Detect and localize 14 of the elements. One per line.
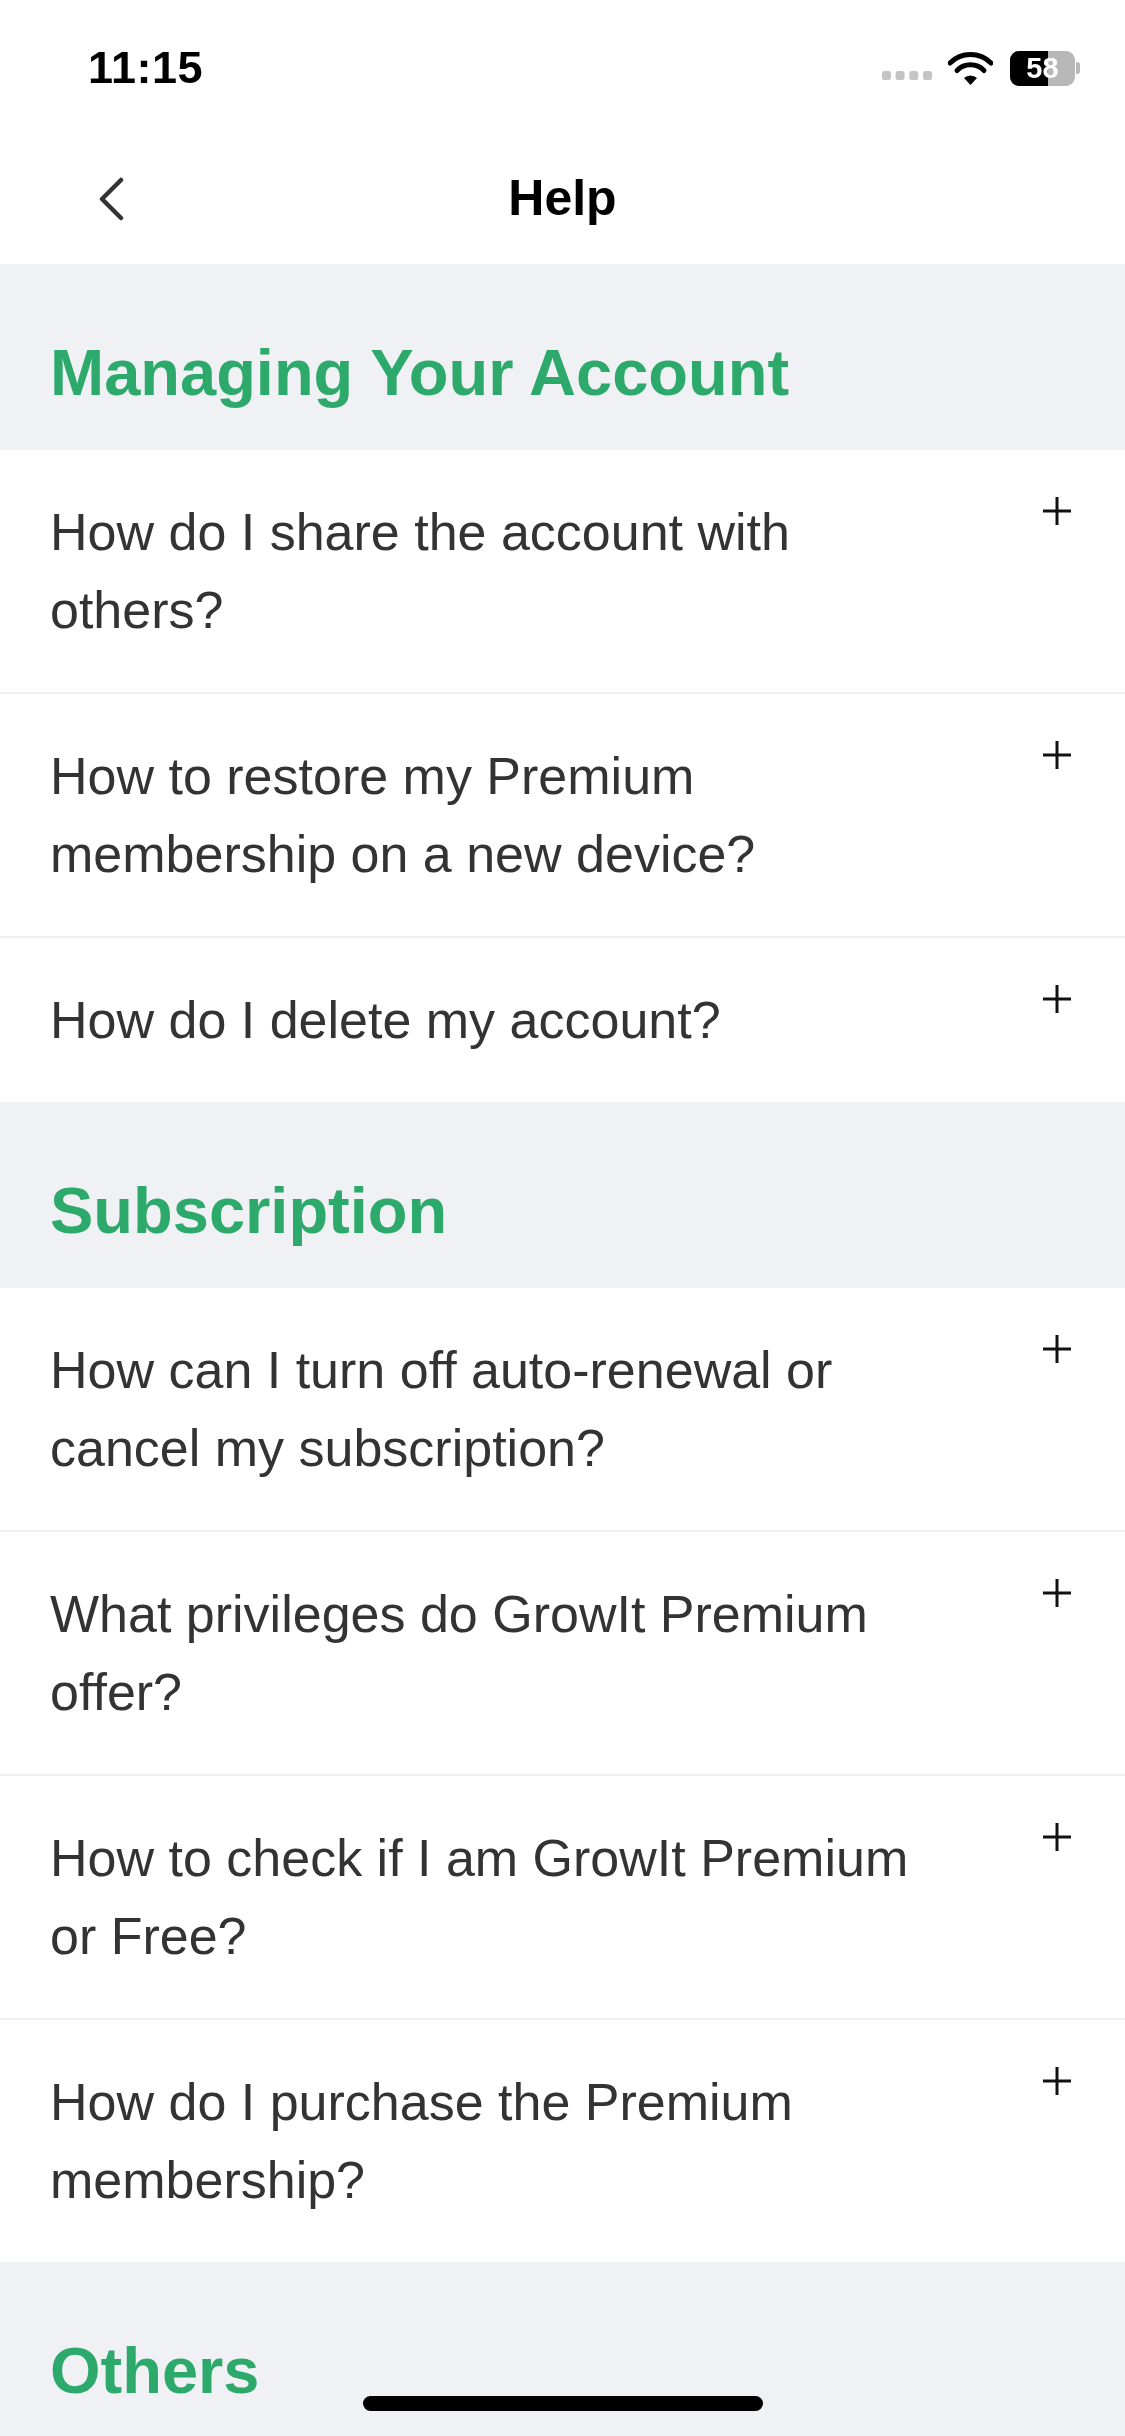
signal-icon (882, 70, 932, 80)
plus-icon[interactable] (1043, 1579, 1071, 1607)
plus-icon[interactable] (1043, 2067, 1071, 2095)
wifi-icon (948, 51, 993, 85)
plus-icon[interactable] (1043, 1335, 1071, 1363)
plus-icon[interactable] (1043, 1823, 1071, 1851)
screen-title: Help (508, 169, 617, 228)
section-heading: Subscription (0, 1102, 1125, 1288)
status-time: 11:15 (88, 45, 204, 91)
plus-icon[interactable] (1043, 497, 1071, 525)
plus-icon[interactable] (1043, 985, 1071, 1013)
section-heading: Managing Your Account (0, 264, 1125, 450)
plus-icon[interactable] (1043, 741, 1071, 769)
section-heading: Others (0, 2262, 1125, 2436)
